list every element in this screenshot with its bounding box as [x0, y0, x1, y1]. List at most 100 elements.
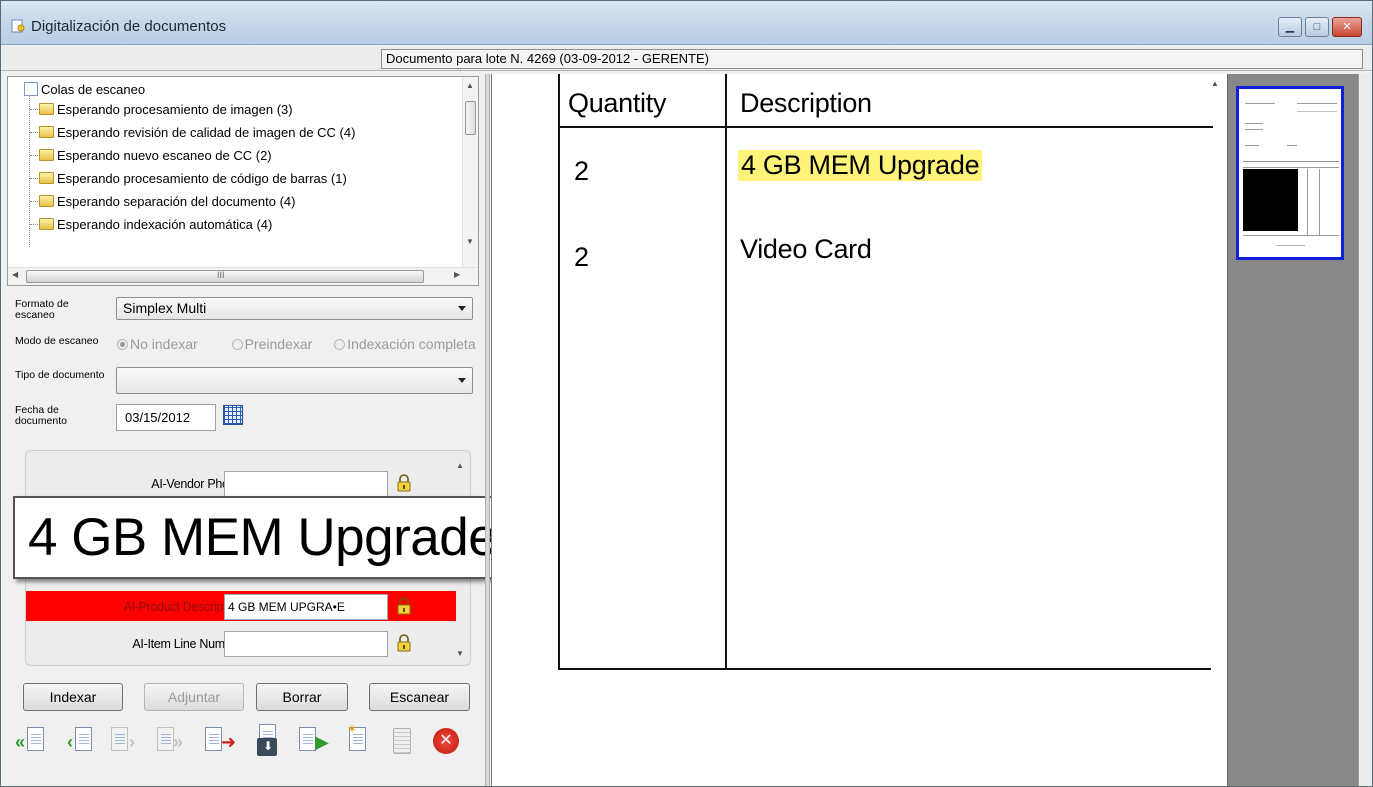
- thumbnail-content: [1307, 169, 1308, 235]
- scan-format-label: Formato de escaneo: [15, 298, 69, 321]
- doc-cell-description: Video Card: [740, 234, 872, 264]
- radio-label: Indexación completa: [347, 336, 476, 352]
- calendar-icon[interactable]: [223, 405, 243, 425]
- close-icon: ✕: [1342, 21, 1352, 33]
- tree-item-separation[interactable]: Esperando separación del documento (4): [39, 193, 295, 213]
- tree-item-label: Esperando indexación automática (4): [57, 217, 273, 232]
- scan-mode-radio-group: No indexar Preindexar Indexación complet…: [117, 336, 476, 352]
- thumbnail-content: [1243, 235, 1339, 236]
- attach-button[interactable]: Adjuntar: [144, 683, 244, 711]
- delete-page-icon[interactable]: ⬇: [253, 724, 283, 760]
- insert-page-icon[interactable]: ▶: [297, 724, 329, 760]
- stop-icon[interactable]: ✕: [429, 724, 459, 760]
- last-page-icon[interactable]: »: [155, 724, 185, 760]
- tree-item-label: Esperando separación del documento (4): [57, 194, 296, 209]
- page-toolbar: « ‹ › » ➜ ⬇ ▶ ✶ ✕: [15, 722, 477, 764]
- chevron-down-icon: [458, 378, 466, 383]
- page-thumbnail[interactable]: [1236, 86, 1344, 260]
- doc-header-quantity: Quantity: [568, 88, 667, 118]
- document-viewer[interactable]: Quantity Description 2 4 GB MEM Upgrade …: [491, 74, 1227, 786]
- radio-label: Preindexar: [244, 336, 313, 352]
- previous-page-icon[interactable]: ‹: [65, 724, 95, 760]
- doc-date-label: Fecha de documento: [15, 404, 67, 427]
- scan-format-value: Simplex Multi: [123, 300, 207, 316]
- radio-icon: [334, 339, 346, 350]
- scan-format-select[interactable]: Simplex Multi: [116, 297, 473, 320]
- doc-header-description: Description: [740, 88, 872, 118]
- lock-icon[interactable]: [397, 634, 411, 652]
- folder-icon: [39, 103, 54, 115]
- minimize-icon: ▁: [1285, 21, 1295, 33]
- trash-icon[interactable]: [387, 724, 417, 760]
- fields-scroll-down-icon[interactable]: ▼: [456, 649, 464, 658]
- first-page-icon[interactable]: «: [15, 724, 45, 760]
- thumbnail-content: [1243, 169, 1298, 231]
- field-product-description: AI-Product Description 4 GB MEM UPGRA•E: [26, 591, 456, 621]
- maximize-icon: □: [1313, 21, 1321, 33]
- thumbnail-content: [1287, 145, 1297, 146]
- document-table: Quantity Description 2 4 GB MEM Upgrade …: [558, 74, 1213, 670]
- tree-item-rescan[interactable]: Esperando nuevo escaneo de CC (2): [39, 147, 272, 167]
- scroll-thumb[interactable]: III: [26, 270, 424, 283]
- tree-item-barcode[interactable]: Esperando procesamiento de código de bar…: [39, 170, 347, 190]
- viewer-scroll-up-icon[interactable]: ▲: [1211, 79, 1219, 88]
- radio-no-index[interactable]: No indexar: [117, 336, 198, 352]
- lock-icon[interactable]: [397, 474, 411, 492]
- close-button[interactable]: ✕: [1332, 17, 1362, 37]
- lock-icon[interactable]: [397, 597, 411, 615]
- thumbnail-content: [1245, 103, 1275, 104]
- scroll-right-icon[interactable]: ▶: [454, 270, 460, 279]
- radio-full-index[interactable]: Indexación completa: [334, 336, 476, 352]
- field-item-line-number: AI-Item Line Number: [26, 628, 456, 658]
- minimize-button[interactable]: ▁: [1278, 17, 1302, 37]
- next-page-icon[interactable]: ›: [109, 724, 139, 760]
- thumbnail-content: [1245, 123, 1263, 124]
- tree-item-auto-index[interactable]: Esperando indexación automática (4): [39, 216, 272, 236]
- maximize-button[interactable]: □: [1305, 17, 1329, 37]
- scan-mode-label: Modo de escaneo: [15, 335, 99, 347]
- tree-item-label: Esperando procesamiento de código de bar…: [57, 171, 347, 186]
- vendor-phone-input[interactable]: [224, 471, 388, 497]
- scroll-grip: III: [217, 270, 225, 280]
- folder-icon: [39, 218, 54, 230]
- batch-info: Documento para lote N. 4269 (03-09-2012 …: [381, 49, 1363, 69]
- tree-vertical-scrollbar[interactable]: ▲ ▼: [462, 77, 478, 267]
- scroll-up-icon[interactable]: ▲: [466, 81, 474, 90]
- tree-item-quality-review[interactable]: Esperando revisión de calidad de imagen …: [39, 124, 355, 144]
- scroll-thumb[interactable]: [465, 101, 476, 135]
- app-icon: [11, 19, 25, 33]
- thumbnail-panel: [1227, 74, 1358, 786]
- tree-item-image-processing[interactable]: Esperando procesamiento de imagen (3): [39, 101, 293, 121]
- doc-date-input[interactable]: 03/15/2012: [116, 404, 216, 431]
- new-document-icon[interactable]: ✶: [343, 722, 373, 760]
- panel-splitter[interactable]: [485, 74, 490, 786]
- export-page-icon[interactable]: ➜: [203, 724, 236, 760]
- scroll-left-icon[interactable]: ◀: [12, 270, 18, 279]
- product-description-input[interactable]: 4 GB MEM UPGRA•E: [224, 594, 388, 620]
- radio-icon: [117, 339, 128, 350]
- index-button[interactable]: Indexar: [23, 683, 123, 711]
- fields-scroll-up-icon[interactable]: ▲: [456, 461, 464, 470]
- folder-icon: [39, 195, 54, 207]
- clear-button[interactable]: Borrar: [256, 683, 348, 711]
- title-bar[interactable]: Digitalización de documentos ▁ □ ✕: [1, 1, 1372, 45]
- scroll-down-icon[interactable]: ▼: [466, 237, 474, 246]
- doc-cell-description-highlighted: 4 GB MEM Upgrade: [738, 150, 983, 181]
- field-vendor-phone: AI-Vendor Phone: [26, 468, 456, 498]
- thumbnail-content: [1277, 245, 1305, 246]
- doc-cell-quantity: 2: [574, 156, 589, 186]
- radio-icon: [231, 339, 243, 350]
- folder-icon: [39, 126, 54, 138]
- radio-preindex[interactable]: Preindexar: [231, 336, 313, 352]
- doc-type-select[interactable]: [116, 367, 473, 394]
- right-edge-strip: [1358, 74, 1372, 786]
- scan-button[interactable]: Escanear: [369, 683, 470, 711]
- tree-item-label: Esperando nuevo escaneo de CC (2): [57, 148, 272, 163]
- tree-horizontal-scrollbar[interactable]: ◀ III ▶: [8, 267, 478, 285]
- table-divider: [725, 74, 727, 670]
- thumbnail-content: [1245, 145, 1259, 146]
- table-header-rule: [560, 126, 1213, 128]
- doc-cell-quantity: 2: [574, 242, 589, 272]
- tree-root[interactable]: Colas de escaneo: [24, 81, 145, 101]
- item-line-number-input[interactable]: [224, 631, 388, 657]
